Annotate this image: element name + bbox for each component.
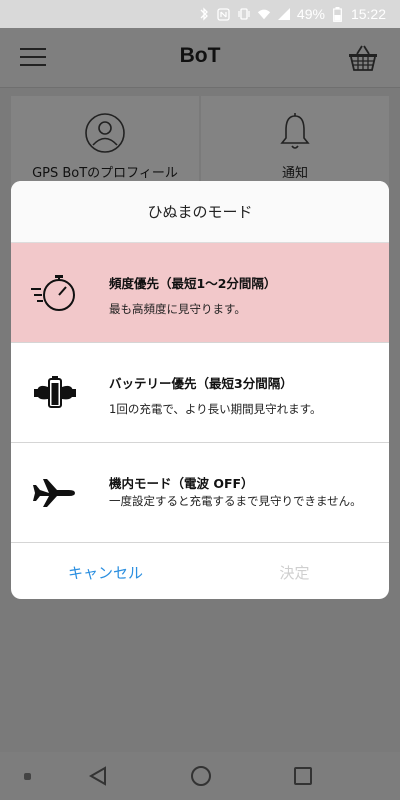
battery-strong-icon	[29, 373, 79, 413]
page-title: BoT	[179, 44, 221, 67]
nav-indicator-icon	[24, 773, 31, 780]
vibrate-icon	[237, 7, 251, 21]
mode-desc-battery: 1回の充電で、より長い期間見守れます。	[109, 402, 322, 416]
profile-card-label: GPS BoTのプロフィール	[32, 166, 178, 181]
bluetooth-icon	[197, 7, 211, 21]
signal-icon	[277, 7, 291, 21]
mode-option-battery[interactable]: バッテリー優先（最短3分間隔） 1回の充電で、より長い期間見守れます。	[11, 343, 389, 443]
airplane-icon	[29, 473, 79, 513]
mode-title-frequency: 頻度優先（最短1〜2分間隔）	[109, 276, 277, 291]
bell-icon	[279, 112, 311, 156]
status-bar: 49% 15:22	[0, 0, 400, 28]
mode-desc-airplane: 一度設定すると充電するまで見守りできません。	[109, 494, 362, 508]
battery-icon	[331, 6, 345, 22]
dialog-title: ひぬまのモード	[11, 181, 389, 243]
nfc-icon	[217, 7, 231, 21]
mode-dialog: ひぬまのモード 頻度優先（最短1〜2分間隔） 最も高頻度に見守ります。 バッテリ…	[11, 181, 389, 599]
dialog-actions: キャンセル 決定	[11, 545, 389, 599]
cancel-button[interactable]: キャンセル	[11, 545, 200, 599]
mode-desc-frequency: 最も高頻度に見守ります。	[109, 302, 246, 316]
basket-icon[interactable]	[348, 44, 378, 72]
user-profile-icon	[84, 112, 126, 158]
confirm-button[interactable]: 決定	[200, 545, 389, 599]
mode-title-battery: バッテリー優先（最短3分間隔）	[109, 376, 293, 391]
wifi-icon	[257, 7, 271, 21]
recent-apps-icon[interactable]	[294, 767, 312, 785]
home-icon[interactable]	[191, 766, 211, 786]
stopwatch-icon	[29, 273, 79, 313]
mode-option-airplane[interactable]: 機内モード（電波 OFF） 一度設定すると充電するまで見守りできません。	[11, 443, 389, 543]
back-icon[interactable]	[88, 766, 108, 790]
mode-option-frequency[interactable]: 頻度優先（最短1〜2分間隔） 最も高頻度に見守ります。	[11, 243, 389, 343]
battery-percent: 49%	[296, 6, 325, 22]
app-header: BoT	[0, 28, 400, 88]
notification-card-label: 通知	[281, 166, 308, 181]
status-time: 15:22	[350, 6, 386, 22]
mode-title-airplane: 機内モード（電波 OFF）	[109, 476, 254, 491]
system-nav-bar	[0, 752, 400, 800]
